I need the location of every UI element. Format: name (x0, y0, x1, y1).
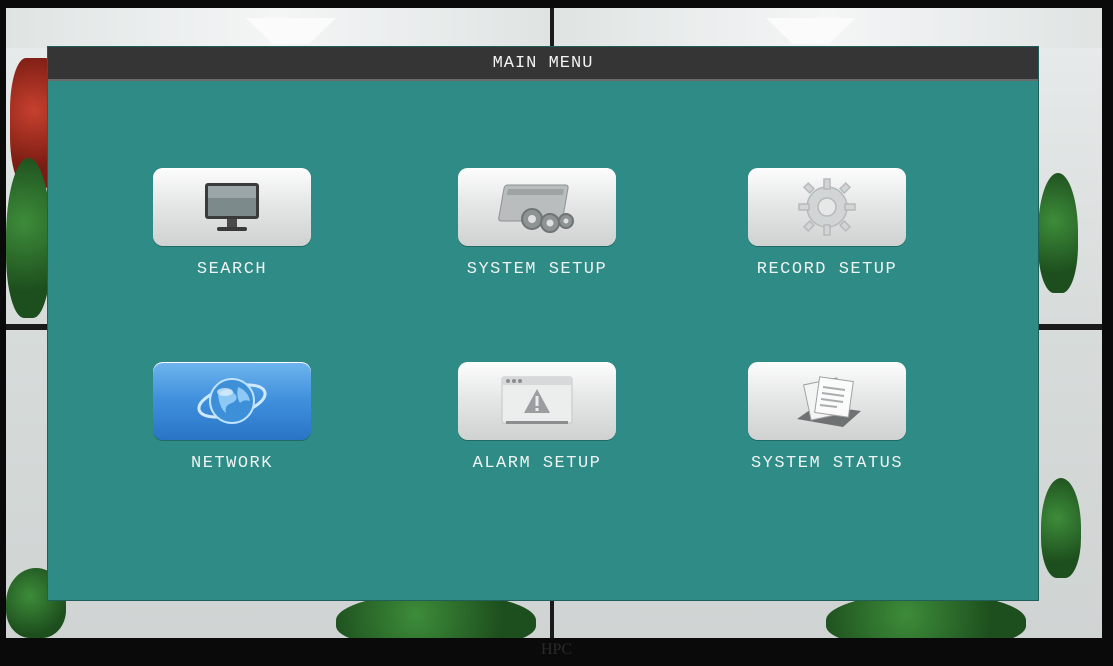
system-setup-gears-icon (498, 184, 574, 233)
plant (1041, 478, 1081, 578)
plant (1038, 173, 1078, 293)
search-tile[interactable] (153, 168, 311, 246)
system-status-button[interactable]: SYSTEM STATUS (717, 362, 937, 502)
alarm-setup-label: ALARM SETUP (472, 454, 602, 473)
monitor-brand-logo: HPC (540, 641, 573, 658)
system-setup-tile[interactable] (458, 168, 616, 246)
record-setup-label: RECORD SETUP (756, 260, 898, 279)
network-tile[interactable] (153, 362, 311, 440)
globe-icon (197, 378, 267, 424)
main-menu-dialog: MAIN MENU SEARCH SYSTEM SETUP RECORD SET… (48, 47, 1038, 600)
search-label: SEARCH (196, 260, 268, 279)
alarm-warning-icon (501, 376, 573, 424)
system-status-tile[interactable] (748, 362, 906, 440)
system-setup-label: SYSTEM SETUP (466, 260, 608, 279)
search-button[interactable]: SEARCH (122, 168, 342, 308)
record-setup-button[interactable]: RECORD SETUP (717, 168, 937, 308)
alarm-setup-tile[interactable] (458, 362, 616, 440)
documents-icon (797, 376, 861, 427)
gear-icon (798, 178, 856, 236)
plant (6, 158, 51, 318)
network-label: NETWORK (191, 454, 273, 473)
system-setup-button[interactable]: SYSTEM SETUP (427, 168, 647, 308)
menu-title-bar: MAIN MENU (48, 47, 1038, 81)
menu-title: MAIN MENU (492, 54, 594, 73)
monitor-icon (205, 183, 259, 231)
system-status-label: SYSTEM STATUS (750, 454, 904, 473)
record-setup-tile[interactable] (748, 168, 906, 246)
network-button[interactable]: NETWORK (122, 362, 342, 502)
alarm-setup-button[interactable]: ALARM SETUP (427, 362, 647, 502)
